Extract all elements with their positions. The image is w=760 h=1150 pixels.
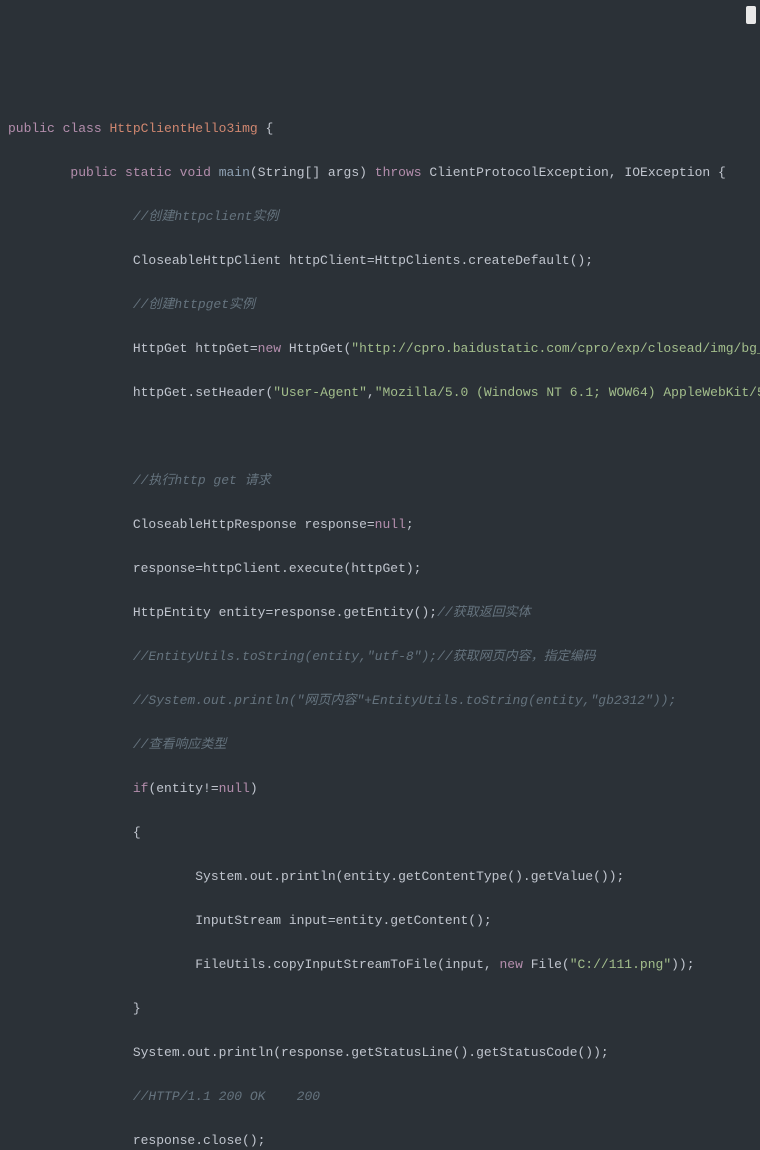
string-literal: "http://cpro.baidustatic.com/cpro/exp/cl… <box>351 341 760 356</box>
code-line: //查看响应类型 <box>8 734 760 756</box>
code-line: //HTTP/1.1 200 OK 200 <box>8 1086 760 1108</box>
indent <box>8 957 195 972</box>
comment: //创建httpclient实例 <box>133 209 279 224</box>
code-line: //执行http get 请求 <box>8 470 760 492</box>
code-line: HttpEntity entity=response.getEntity();/… <box>8 602 760 624</box>
statement: )); <box>671 957 694 972</box>
keyword-void: void <box>180 165 211 180</box>
code-editor[interactable]: public class HttpClientHello3img { publi… <box>8 96 760 1150</box>
code-line: System.out.println(response.getStatusLin… <box>8 1042 760 1064</box>
statement: response.close(); <box>133 1133 266 1148</box>
method-name: main <box>219 165 250 180</box>
indent <box>8 341 133 356</box>
indent <box>8 1089 133 1104</box>
scrollbar-thumb[interactable] <box>746 6 756 24</box>
comment: //执行http get 请求 <box>133 473 271 488</box>
comment: //创建httpget实例 <box>133 297 255 312</box>
indent <box>8 1001 133 1016</box>
code-line: //EntityUtils.toString(entity,"utf-8");/… <box>8 646 760 668</box>
comment: //查看响应类型 <box>133 737 227 752</box>
statement: HttpGet( <box>281 341 351 356</box>
indent <box>8 429 133 444</box>
statement: HttpEntity entity=response.getEntity(); <box>133 605 437 620</box>
class-name: HttpClientHello3img <box>109 121 257 136</box>
keyword-static: static <box>125 165 172 180</box>
code-line: CloseableHttpResponse response=null; <box>8 514 760 536</box>
statement: CloseableHttpResponse response= <box>133 517 375 532</box>
string-literal: "C://111.png" <box>570 957 671 972</box>
keyword-if: if <box>133 781 149 796</box>
code-line: HttpGet httpGet=new HttpGet("http://cpro… <box>8 338 760 360</box>
comment: //HTTP/1.1 200 OK 200 <box>133 1089 320 1104</box>
keyword-null: null <box>375 517 406 532</box>
indent <box>8 1133 133 1148</box>
indent <box>8 825 133 840</box>
statement: ; <box>406 517 414 532</box>
code-line: if(entity!=null) <box>8 778 760 800</box>
statement: System.out.println(entity.getContentType… <box>195 869 624 884</box>
statement: response=httpClient.execute(httpGet); <box>133 561 422 576</box>
indent <box>8 649 133 664</box>
params: (String[] args) <box>250 165 367 180</box>
code-line: //创建httpclient实例 <box>8 206 760 228</box>
code-line: //创建httpget实例 <box>8 294 760 316</box>
brace: { <box>258 121 274 136</box>
statement: httpGet.setHeader( <box>133 385 273 400</box>
code-line: InputStream input=entity.getContent(); <box>8 910 760 932</box>
comment: //EntityUtils.toString(entity,"utf-8");/… <box>133 649 596 664</box>
exceptions: ClientProtocolException, IOException { <box>422 165 726 180</box>
indent <box>8 473 133 488</box>
keyword-new: new <box>499 957 522 972</box>
keyword-throws: throws <box>375 165 422 180</box>
comment: //System.out.println("网页内容"+EntityUtils.… <box>133 693 676 708</box>
indent <box>8 605 133 620</box>
indent <box>8 165 70 180</box>
statement: InputStream input=entity.getContent(); <box>195 913 491 928</box>
code-line: { <box>8 822 760 844</box>
code-line: public class HttpClientHello3img { <box>8 118 760 140</box>
statement: File( <box>523 957 570 972</box>
code-line: System.out.println(entity.getContentType… <box>8 866 760 888</box>
statement: CloseableHttpClient httpClient=HttpClien… <box>133 253 593 268</box>
indent <box>8 781 133 796</box>
code-line: //System.out.println("网页内容"+EntityUtils.… <box>8 690 760 712</box>
brace: } <box>133 1001 141 1016</box>
indent <box>8 913 195 928</box>
indent <box>8 869 195 884</box>
indent <box>8 517 133 532</box>
statement: HttpGet httpGet= <box>133 341 258 356</box>
string-literal: "User-Agent" <box>273 385 367 400</box>
indent <box>8 1045 133 1060</box>
statement: FileUtils.copyInputStreamToFile(input, <box>195 957 499 972</box>
statement: , <box>367 385 375 400</box>
code-line: response.close(); <box>8 1130 760 1150</box>
keyword-null: null <box>219 781 250 796</box>
code-line: } <box>8 998 760 1020</box>
indent <box>8 561 133 576</box>
statement: (entity!= <box>148 781 218 796</box>
indent <box>8 253 133 268</box>
keyword-class: class <box>63 121 102 136</box>
indent <box>8 737 133 752</box>
statement: ) <box>250 781 258 796</box>
indent <box>8 385 133 400</box>
brace: { <box>133 825 141 840</box>
code-line <box>8 426 760 448</box>
indent <box>8 693 133 708</box>
indent <box>8 297 133 312</box>
keyword-public: public <box>70 165 117 180</box>
code-line: public static void main(String[] args) t… <box>8 162 760 184</box>
keyword-public: public <box>8 121 55 136</box>
comment: //获取返回实体 <box>437 605 531 620</box>
keyword-new: new <box>258 341 281 356</box>
code-line: FileUtils.copyInputStreamToFile(input, n… <box>8 954 760 976</box>
string-literal: "Mozilla/5.0 (Windows NT 6.1; WOW64) App… <box>375 385 760 400</box>
statement: System.out.println(response.getStatusLin… <box>133 1045 609 1060</box>
code-line: httpGet.setHeader("User-Agent","Mozilla/… <box>8 382 760 404</box>
code-line: CloseableHttpClient httpClient=HttpClien… <box>8 250 760 272</box>
indent <box>8 209 133 224</box>
code-line: response=httpClient.execute(httpGet); <box>8 558 760 580</box>
